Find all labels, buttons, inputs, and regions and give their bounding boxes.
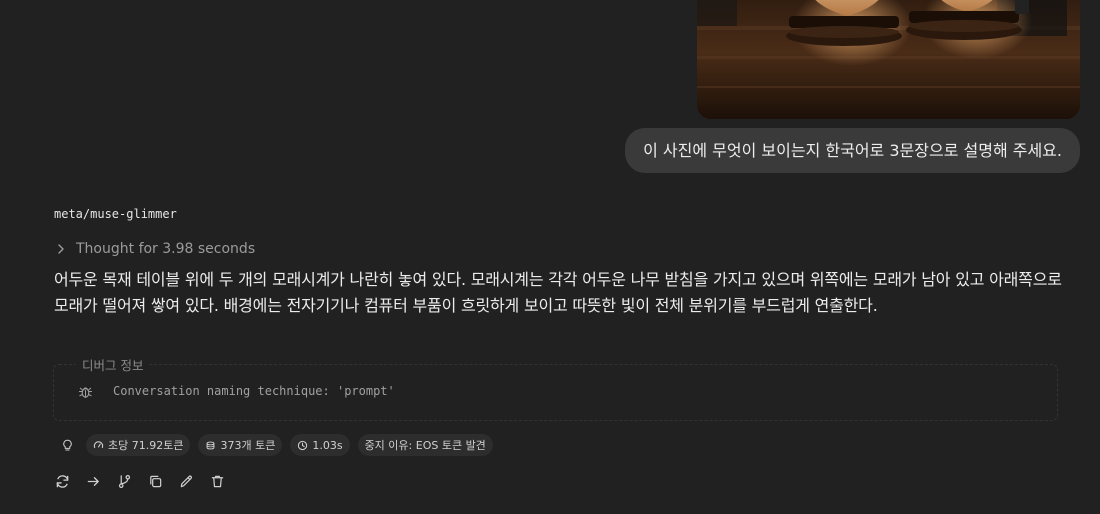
gauge-icon bbox=[93, 440, 104, 448]
lightbulb-button[interactable] bbox=[56, 434, 78, 456]
attached-photo[interactable] bbox=[697, 0, 1080, 119]
user-message-bubble: 이 사진에 무엇이 보이는지 한국어로 3문장으로 설명해 주세요. bbox=[625, 128, 1080, 173]
thought-label: Thought for 3.98 seconds bbox=[76, 241, 256, 257]
tokens-per-second-value: 초당 71.92토큰 bbox=[108, 439, 184, 452]
generation-time-value: 1.03s bbox=[312, 438, 343, 452]
token-count-value: 373개 토큰 bbox=[220, 439, 276, 452]
chat-page: 이 사진에 무엇이 보이는지 한국어로 3문장으로 설명해 주세요. meta/… bbox=[0, 0, 1100, 514]
trash-icon bbox=[211, 475, 224, 487]
stop-reason-value: 중지 이유: EOS 토큰 발견 bbox=[364, 439, 486, 452]
git-branch-icon bbox=[118, 474, 131, 488]
regenerate-button[interactable] bbox=[54, 473, 71, 490]
hourglass-photo-illustration bbox=[697, 0, 1080, 119]
regenerate-icon bbox=[56, 474, 69, 488]
tokens-per-second-badge: 초당 71.92토큰 bbox=[86, 434, 191, 456]
assistant-answer: 어두운 목재 테이블 위에 두 개의 모래시계가 나란히 놓여 있다. 모래시계… bbox=[54, 270, 1062, 315]
debug-info-text: Conversation naming technique: 'prompt' bbox=[113, 384, 395, 398]
generation-time-badge: 1.03s bbox=[290, 434, 350, 456]
edit-button[interactable] bbox=[178, 473, 195, 490]
arrow-right-icon bbox=[87, 476, 99, 486]
generation-stats: 초당 71.92토큰 373개 토큰 1.03s 중지 이유: EOS 토큰 발… bbox=[56, 434, 493, 456]
message-actions bbox=[54, 471, 226, 491]
thought-toggle[interactable]: Thought for 3.98 seconds bbox=[54, 238, 255, 260]
pencil-icon bbox=[180, 475, 192, 487]
clock-icon bbox=[298, 440, 308, 450]
coins-icon bbox=[207, 441, 215, 449]
token-count-badge: 373개 토큰 bbox=[198, 434, 283, 456]
chevron-right-icon bbox=[58, 244, 64, 254]
branch-button[interactable] bbox=[116, 473, 133, 490]
model-name: meta/muse-glimmer bbox=[54, 207, 177, 221]
lightbulb-icon bbox=[62, 439, 72, 450]
continue-button[interactable] bbox=[85, 473, 102, 490]
delete-button[interactable] bbox=[209, 473, 226, 490]
debug-info-row: Conversation naming technique: 'prompt' bbox=[78, 383, 395, 399]
stop-reason-badge: 중지 이유: EOS 토큰 발견 bbox=[357, 434, 493, 456]
copy-button[interactable] bbox=[147, 473, 164, 490]
bug-icon bbox=[78, 386, 93, 398]
copy-icon bbox=[150, 475, 162, 487]
debug-info-legend[interactable]: 디버그 정보 bbox=[76, 355, 150, 374]
